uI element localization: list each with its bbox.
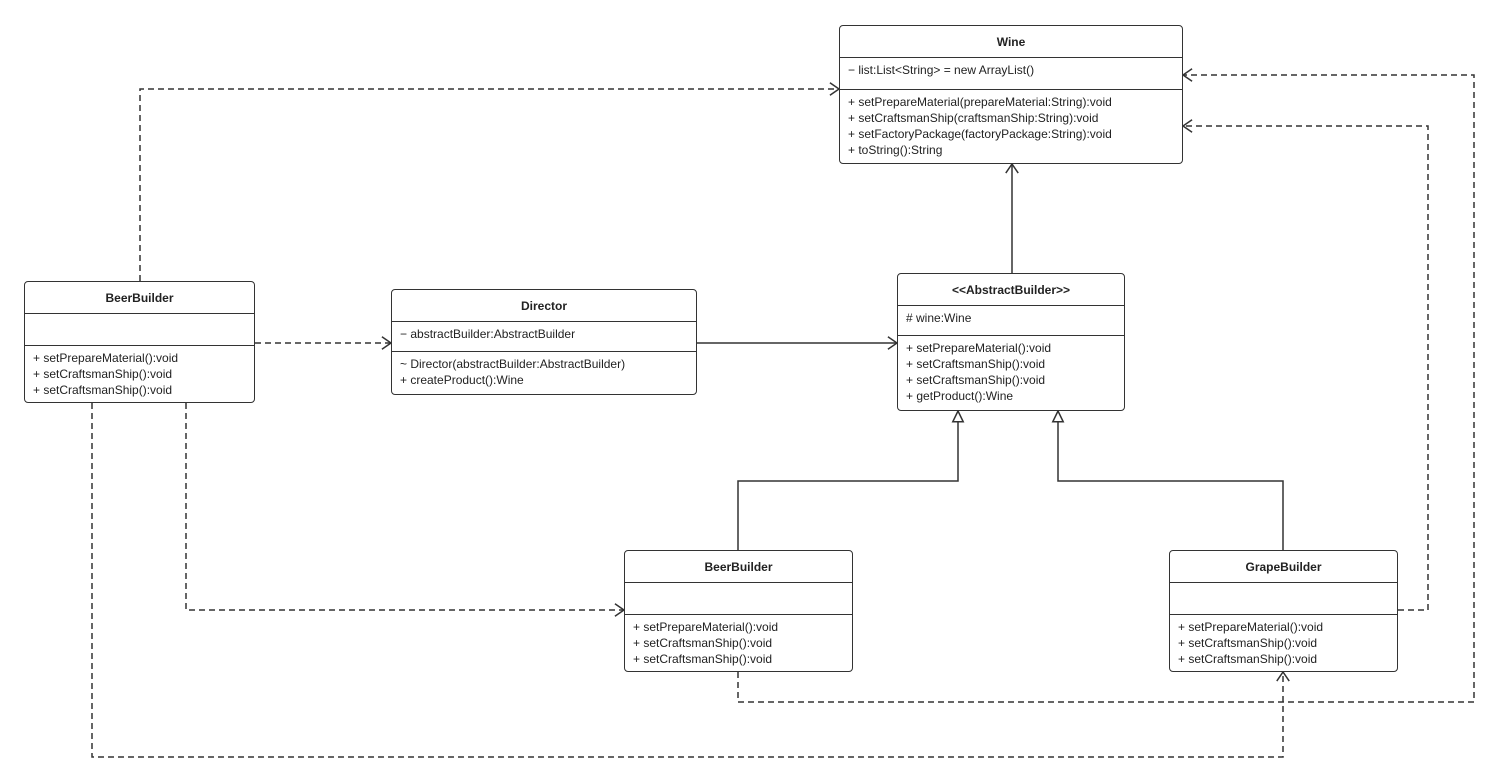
method: + setCraftsmanShip(craftsmanShip:String)… xyxy=(848,111,1099,125)
method: + toString():String xyxy=(848,143,943,157)
class-wine[interactable]: Wine − list:List<String> = new ArrayList(… xyxy=(839,25,1183,164)
dependency-line-grape-to-wine xyxy=(1183,125,1429,611)
attributes-section xyxy=(25,314,254,346)
method: ~ Director(abstractBuilder:AbstractBuild… xyxy=(400,357,626,371)
class-name: BeerBuilder xyxy=(625,551,852,583)
attributes-section xyxy=(1170,583,1397,615)
generalization-line-beer-bottom-to-abstract xyxy=(737,411,959,550)
dependency-line-beer-left-to-beer-bottom xyxy=(185,403,624,611)
attribute: − list:List<String> = new ArrayList() xyxy=(848,63,1035,77)
method: + setPrepareMaterial():void xyxy=(1178,620,1324,634)
hollow-triangle-arrow-icon xyxy=(951,409,965,423)
method: + setCraftsmanShip():void xyxy=(906,373,1046,387)
class-name: BeerBuilder xyxy=(25,282,254,314)
class-name: Wine xyxy=(840,26,1182,58)
methods-section: ~ Director(abstractBuilder:AbstractBuild… xyxy=(392,352,696,392)
method: + setPrepareMaterial():void xyxy=(906,341,1052,355)
method: + setPrepareMaterial():void xyxy=(33,351,179,365)
methods-section: + setPrepareMaterial():void + setCraftsma… xyxy=(898,336,1124,408)
method: + setCraftsmanShip():void xyxy=(633,636,773,650)
method: + setCraftsmanShip():void xyxy=(1178,636,1318,650)
class-name: Director xyxy=(392,290,696,322)
class-beer-bottom[interactable]: BeerBuilder + setPrepareMaterial():void + … xyxy=(624,550,853,672)
hollow-triangle-arrow-icon xyxy=(1051,409,1065,423)
method: + setCraftsmanShip():void xyxy=(33,367,173,381)
methods-section: + setPrepareMaterial(prepareMaterial:Str… xyxy=(840,90,1182,162)
method: + getProduct():Wine xyxy=(906,389,1014,403)
attribute: # wine:Wine xyxy=(906,311,972,325)
class-beer-left[interactable]: BeerBuilder + setPrepareMaterial():void + … xyxy=(24,281,255,403)
method: + setCraftsmanShip():void xyxy=(633,652,773,666)
method: + setFactoryPackage(factoryPackage:Strin… xyxy=(848,127,1112,141)
dependency-line-beer-left-to-wine xyxy=(139,88,839,281)
method: + createProduct():Wine xyxy=(400,373,524,387)
attributes-section: # wine:Wine xyxy=(898,306,1124,336)
attributes-section: − list:List<String> = new ArrayList() xyxy=(840,58,1182,90)
methods-section: + setPrepareMaterial():void + setCraftsma… xyxy=(625,615,852,671)
method: + setCraftsmanShip():void xyxy=(1178,652,1318,666)
generalization-line-grape-to-abstract xyxy=(1057,411,1284,550)
method: + setCraftsmanShip():void xyxy=(906,357,1046,371)
method: + setPrepareMaterial(prepareMaterial:Str… xyxy=(848,95,1112,109)
class-name: GrapeBuilder xyxy=(1170,551,1397,583)
attribute: − abstractBuilder:AbstractBuilder xyxy=(400,327,576,341)
method: + setCraftsmanShip():void xyxy=(33,383,173,397)
class-director[interactable]: Director − abstractBuilder:AbstractBuilde… xyxy=(391,289,697,395)
attributes-section: − abstractBuilder:AbstractBuilder xyxy=(392,322,696,352)
methods-section: + setPrepareMaterial():void + setCraftsma… xyxy=(25,346,254,402)
class-name: <<AbstractBuilder>> xyxy=(898,274,1124,306)
class-abstract[interactable]: <<AbstractBuilder>> # wine:Wine + setPrepa… xyxy=(897,273,1125,411)
method: + setPrepareMaterial():void xyxy=(633,620,779,634)
attributes-section xyxy=(625,583,852,615)
methods-section: + setPrepareMaterial():void + setCraftsma… xyxy=(1170,615,1397,671)
class-grape[interactable]: GrapeBuilder + setPrepareMaterial():void +… xyxy=(1169,550,1398,672)
